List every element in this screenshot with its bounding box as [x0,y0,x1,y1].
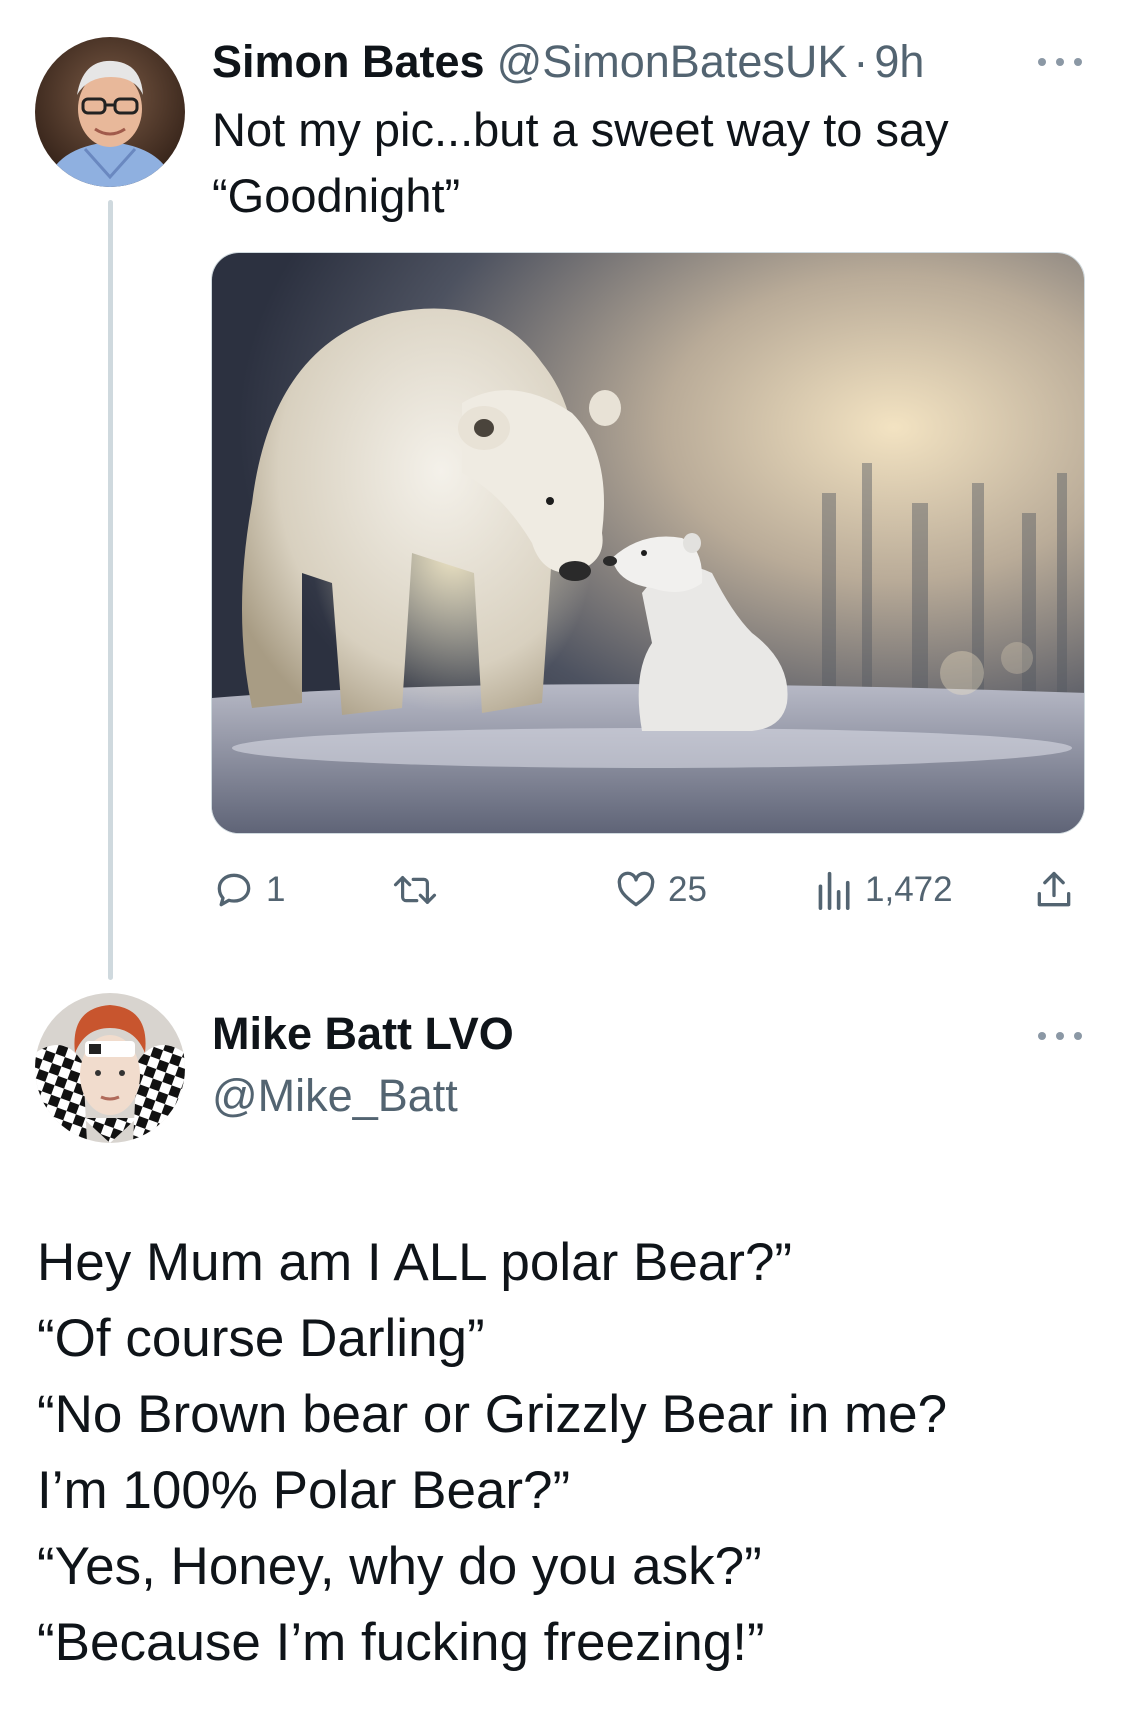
reply-icon [212,868,256,912]
author-name[interactable]: Simon Bates [212,36,485,88]
tweet-text-line: “Yes, Honey, why do you ask?” [37,1537,762,1596]
author-handle[interactable]: @SimonBatesUK [497,36,848,88]
thread-connector-line [108,200,113,980]
tweet-actions-bar: 1 25 1,472 [212,865,1092,915]
tweet-text-line: “Goodnight” [212,169,461,222]
reply-count: 1 [266,870,286,909]
tweet-text-line: Hey Mum am I ALL polar Bear?” [37,1233,793,1292]
tweet-text: Hey Mum am I ALL polar Bear?” “Of course… [37,1225,1107,1681]
views-count: 1,472 [865,870,953,909]
share-icon [1032,868,1076,912]
heart-icon [614,868,658,912]
tweet-text-line: “Because I’m fucking freezing!” [37,1613,765,1672]
avatar-simon-bates-image [35,37,185,187]
tweet-text-line: “Of course Darling” [37,1309,485,1368]
retweet-icon [392,868,438,912]
views-button[interactable]: 1,472 [815,865,953,915]
avatar-mike-batt-image [35,993,185,1143]
polar-bears-image [212,253,1084,833]
tweet-media-image[interactable] [211,252,1085,834]
views-icon [815,868,855,912]
avatar-mike-batt[interactable] [35,993,185,1143]
tweet-text-line: Not my pic...but a sweet way to say [212,103,949,156]
tweet-text: Not my pic...but a sweet way to say “Goo… [212,97,1092,229]
tweet-timestamp[interactable]: 9h [874,36,924,88]
header-separator: · [853,36,869,87]
tweet-text-line: “No Brown bear or Grizzly Bear in me? [37,1385,948,1444]
author-name[interactable]: Mike Batt LVO [212,1008,514,1060]
share-button[interactable] [1032,865,1076,915]
like-count: 25 [668,870,707,909]
more-icon[interactable] [1038,1030,1082,1042]
tweet-header: Simon Bates @SimonBatesUK · 9h [212,32,924,92]
like-button[interactable]: 25 [614,865,707,915]
more-icon[interactable] [1038,56,1082,68]
author-handle[interactable]: @Mike_Batt [212,1070,458,1122]
avatar-simon-bates[interactable] [35,37,185,187]
reply-button[interactable]: 1 [212,865,285,915]
retweet-button[interactable] [392,865,448,915]
tweet-text-line: I’m 100% Polar Bear?” [37,1461,571,1520]
